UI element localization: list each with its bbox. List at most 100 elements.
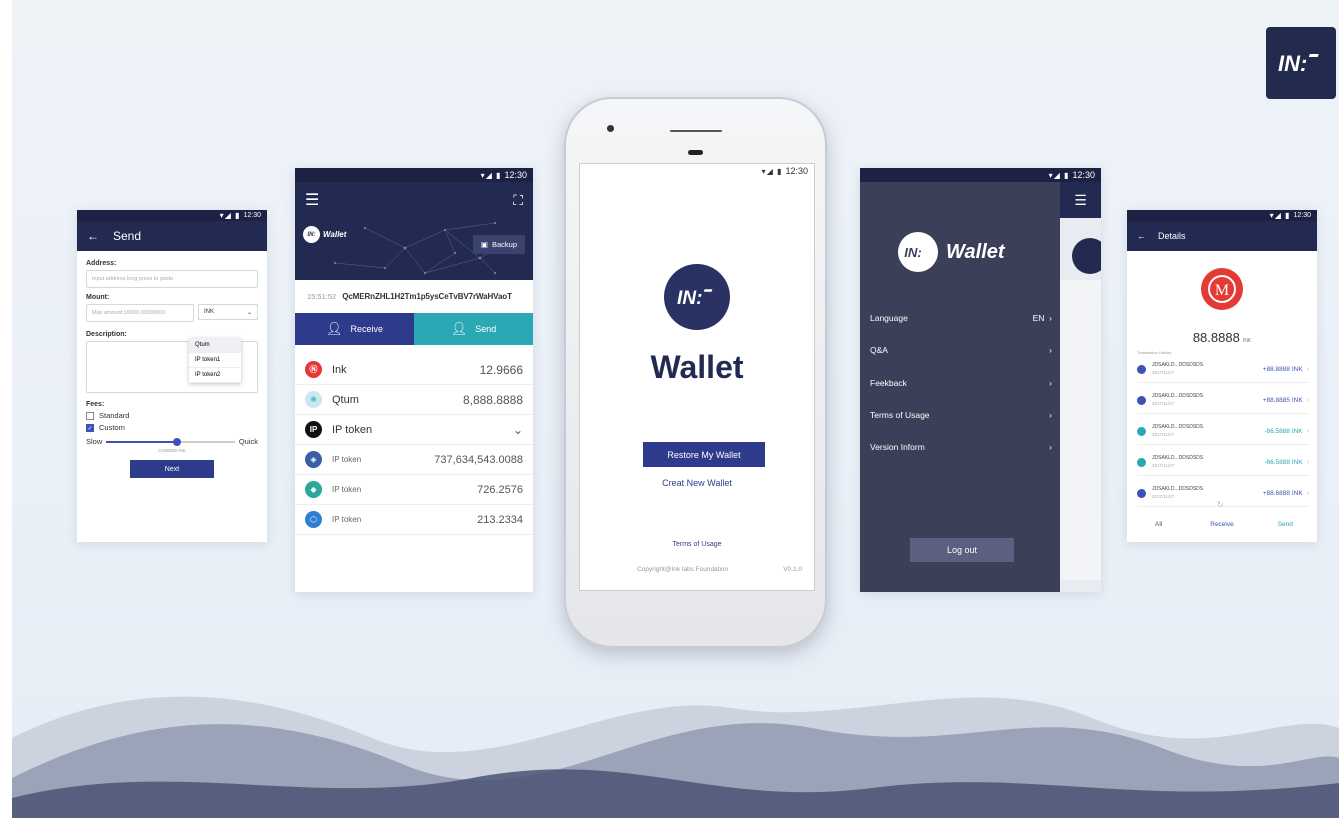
token-select[interactable]: INK ⌄	[198, 304, 258, 320]
token-row[interactable]: Ⓝ Ink 12.9666	[295, 355, 533, 385]
menu-item-label: Version Inform	[870, 442, 925, 452]
tab-all[interactable]: All	[1127, 521, 1190, 528]
transaction-date: 2017/11/27	[1152, 493, 1175, 499]
transaction-amount: -66.5888 INK	[1264, 458, 1303, 466]
fee-slider[interactable]: Slow Quick	[86, 437, 258, 446]
token-balance: 8,888.8888	[462, 392, 523, 407]
menu-item-terms[interactable]: Terms of Usage ›	[870, 410, 1052, 420]
token-row[interactable]: ⬡ IP token 213.2334	[295, 505, 533, 535]
transaction-dot-icon	[1137, 488, 1146, 498]
fee-option-standard[interactable]: Standard	[86, 411, 258, 420]
slider-knob[interactable]	[172, 437, 181, 446]
fee-option-custom[interactable]: ✓ Custom	[86, 423, 258, 432]
ink-logo-badge: IN:	[1266, 27, 1336, 99]
clock: 12:30	[243, 212, 261, 219]
menu-icon[interactable]: ☰	[305, 190, 319, 210]
token-select-value: INK	[204, 309, 215, 315]
transaction-row[interactable]: JDSAKLD...DDSDSDS 2017/11/27 +88.8888 INK ›	[1137, 356, 1309, 383]
transaction-amount: +88.6888 INK	[1262, 489, 1303, 497]
details-tabs: All Receive Send	[1127, 521, 1317, 528]
transaction-info: JDSAKLD...DDSDSDS 2017/11/27	[1152, 486, 1263, 501]
ink-logo-icon: IN:	[303, 226, 320, 243]
terms-link[interactable]: Terms of Usage	[580, 541, 814, 548]
welcome-screen: ▾◢ ▮ 12:30 IN: Wallet Restore My Wallet …	[579, 163, 815, 591]
menu-item-language[interactable]: Language EN ›	[870, 313, 1052, 323]
signal-icon: ▾◢ ▮	[761, 166, 783, 176]
status-bar: ▾◢ ▮ 12:30	[580, 164, 814, 178]
scan-icon[interactable]: ⛶	[513, 192, 523, 209]
clock: 12:30	[1293, 212, 1311, 219]
slider-track[interactable]	[106, 437, 235, 446]
chevron-right-icon: ›	[1306, 396, 1309, 404]
wallet-address: QcMERnZHL1H2Tm1p5ysCeTvBV7rWaHVaoT	[342, 292, 512, 301]
wallet-home-screen: ▾◢ ▮ 12:30 ☰ ⛶ IN: Wallet ▣ Backup 15:51…	[295, 168, 533, 592]
language-value: EN	[1032, 313, 1045, 323]
token-name: IP token	[332, 423, 373, 436]
transaction-dot-icon	[1137, 457, 1146, 467]
signal-icon: ▾◢ ▮	[219, 211, 241, 220]
menu-item-version[interactable]: Version Inform ›	[870, 442, 1052, 452]
dropdown-option[interactable]: IP token1	[189, 353, 241, 368]
transaction-amount: -66.5888 INK	[1264, 427, 1303, 435]
slider-fill	[106, 440, 177, 443]
tab-send[interactable]: Send	[1254, 521, 1317, 528]
clock: 12:30	[504, 170, 527, 180]
menu-item-feedback[interactable]: Feekback ›	[870, 378, 1052, 388]
transaction-row[interactable]: JDSAKLD...DDSDSDS 2017/11/27 -66.5888 INK ›	[1137, 449, 1309, 476]
mount-label: Mount:	[86, 294, 110, 301]
chevron-right-icon: ›	[1049, 378, 1052, 388]
receive-button[interactable]: 👤︎ Receive	[295, 313, 414, 345]
transaction-row[interactable]: JDSAKLD...DDSDSDS 2017/11/27 +88.8885 INK ›	[1137, 387, 1309, 414]
underlying-screen-peek: ☰	[1060, 182, 1101, 592]
nav-drawer: IN: Wallet Language EN › Q&A › Feekback …	[860, 182, 1060, 592]
transaction-date: 2017/11/27	[1152, 369, 1175, 375]
version-text: V0.1.0	[783, 566, 802, 573]
back-arrow-icon[interactable]: ←	[1137, 231, 1146, 241]
transaction-info: JDSAKLD...DDSDSDS 2017/11/27	[1152, 362, 1263, 377]
send-button[interactable]: 👤︎ Send	[414, 313, 533, 345]
svg-text:IN:: IN:	[1278, 51, 1307, 76]
transaction-info: JDSAKLD...DDSDSDS 2017/11/27	[1152, 424, 1264, 439]
status-bar: ▾◢ ▮ 12:30	[1127, 210, 1317, 221]
menu-item-qa[interactable]: Q&A ›	[870, 345, 1052, 355]
svg-text:IN:: IN:	[904, 245, 922, 260]
chevron-right-icon: ›	[1306, 489, 1309, 497]
tab-receive[interactable]: Receive	[1190, 521, 1253, 528]
chevron-right-icon: ›	[1049, 442, 1052, 452]
restore-wallet-button[interactable]: Restore My Wallet	[643, 442, 765, 467]
token-dropdown: Qtum IP token1 IP token2	[189, 338, 241, 383]
amount-input[interactable]: Max amount:10000.00000000	[86, 304, 194, 322]
receive-label: Receive	[350, 324, 384, 334]
back-arrow-icon[interactable]: ←	[87, 229, 99, 243]
loading-icon: ↻	[1217, 500, 1224, 509]
logout-button[interactable]: Log out	[910, 538, 1014, 562]
ink-logo-icon: IN:	[1278, 51, 1319, 76]
clock: 12:30	[1072, 170, 1095, 180]
transaction-address: JDSAKLD...DDSDSDS	[1152, 454, 1204, 461]
token-row[interactable]: ◈ IP token 737,634,543.0088	[295, 445, 533, 475]
token-group-row[interactable]: IP IP token ⌄	[295, 415, 533, 445]
page-title: Details	[1158, 231, 1186, 241]
wallet-address-row[interactable]: 15:51:52 QcMERnZHL1H2Tm1p5ysCeTvBV7rWaHV…	[295, 280, 533, 313]
dropdown-option[interactable]: Qtum	[189, 338, 241, 353]
app-title: Wallet	[650, 349, 744, 385]
svg-text:M: M	[1215, 282, 1229, 299]
address-input[interactable]: Input address,long press to paste	[86, 270, 258, 288]
ink-logo-mark: IN:	[904, 245, 922, 260]
send-screen: ▾◢ ▮ 12:30 ← Send Address: Input address…	[77, 210, 267, 542]
wallet-app-bar: ☰ ⛶	[295, 182, 533, 218]
menu-screen: ▾◢ ▮ 12:30 IN: Wallet Language EN › Q&A …	[860, 168, 1101, 592]
token-row[interactable]: ◆ IP token 726.2576	[295, 475, 533, 505]
speaker-icon	[670, 130, 722, 132]
create-wallet-link[interactable]: Creat New Wallet	[580, 478, 814, 488]
token-balance: 12.9666	[479, 362, 523, 377]
dropdown-option[interactable]: IP token2	[189, 368, 241, 383]
description-label: Description:	[86, 331, 127, 338]
backup-button[interactable]: ▣ Backup	[472, 235, 525, 254]
balance-amount: 88.8888 INK	[1127, 330, 1317, 345]
transaction-row[interactable]: JDSAKLD...DDSDSDS 2017/11/27 -66.5888 INK ›	[1137, 418, 1309, 445]
diamond-token-icon: ◆	[305, 481, 322, 498]
next-button[interactable]: Next	[130, 460, 214, 478]
status-bar: ▾◢ ▮ 12:30	[860, 168, 1101, 182]
token-row[interactable]: ✺ Qtum 8,888.8888	[295, 385, 533, 415]
